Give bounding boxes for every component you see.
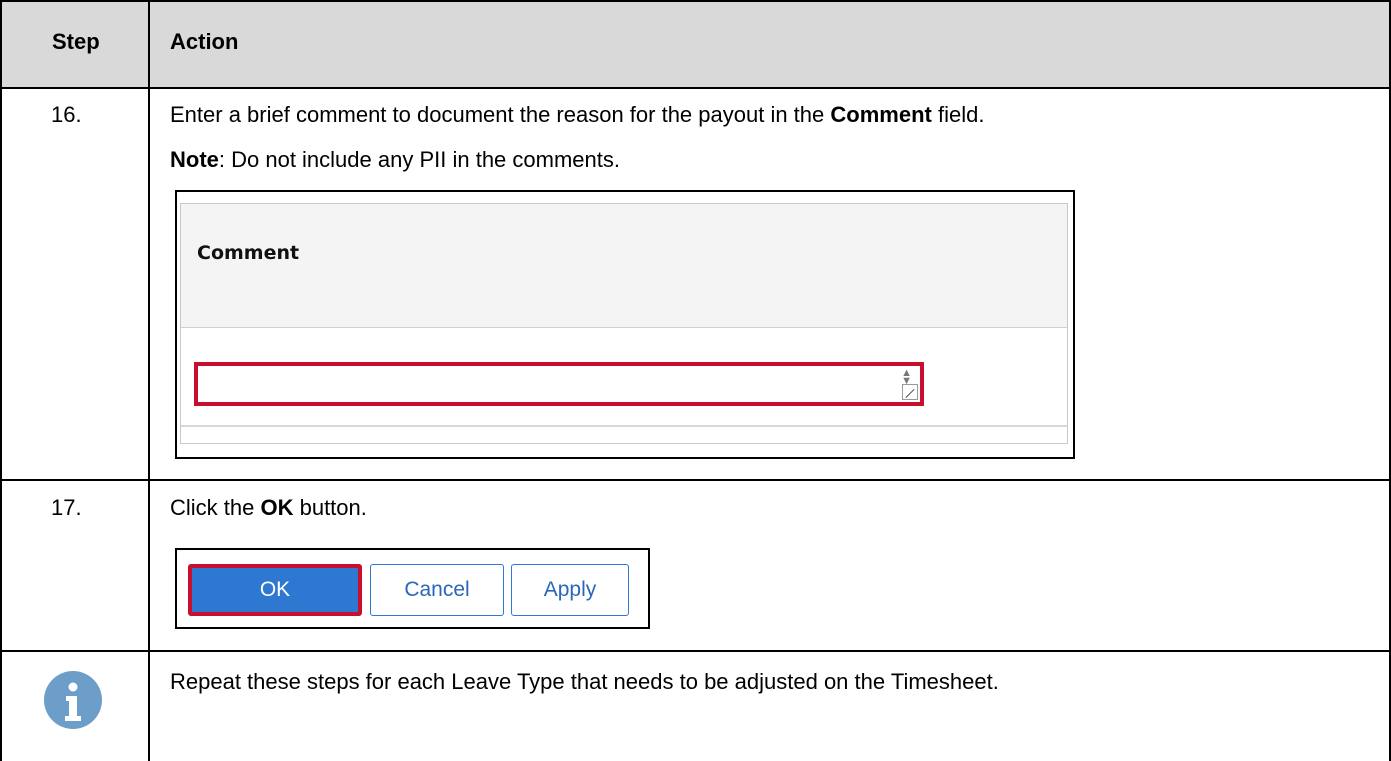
row-divider <box>0 650 1391 652</box>
comment-label: Comment <box>197 242 300 264</box>
column-divider <box>148 0 150 761</box>
info-text: Repeat these steps for each Leave Type t… <box>170 669 999 694</box>
step-number: 16. <box>51 102 82 127</box>
procedure-table: Step Action 16. Enter a brief comment to… <box>0 0 1391 761</box>
row-divider <box>0 87 1391 89</box>
cancel-button[interactable]: Cancel <box>370 564 504 616</box>
comment-screenshot: Comment ▲ ▼ <box>175 190 1075 459</box>
comment-panel-header: Comment <box>181 204 1067 328</box>
step-note: Note: Do not include any PII in the comm… <box>170 147 620 172</box>
panel-divider <box>181 425 1067 427</box>
comment-panel: Comment ▲ ▼ <box>180 203 1068 444</box>
ok-button[interactable]: OK <box>188 564 362 616</box>
resize-grip-icon[interactable] <box>902 384 918 400</box>
scroll-arrows-icon[interactable]: ▲ ▼ <box>901 368 912 387</box>
comment-field[interactable]: ▲ ▼ <box>194 362 924 406</box>
apply-button[interactable]: Apply <box>511 564 629 616</box>
step-instruction: Enter a brief comment to document the re… <box>170 102 985 127</box>
border-top <box>0 0 1391 2</box>
header-step: Step <box>52 29 100 54</box>
step-instruction: Click the OK button. <box>170 495 367 520</box>
row-divider <box>0 479 1391 481</box>
step-number: 17. <box>51 495 82 520</box>
buttons-screenshot: OK Cancel Apply <box>175 548 650 629</box>
border-left <box>0 0 2 761</box>
info-icon <box>44 671 102 729</box>
header-action: Action <box>170 29 239 54</box>
